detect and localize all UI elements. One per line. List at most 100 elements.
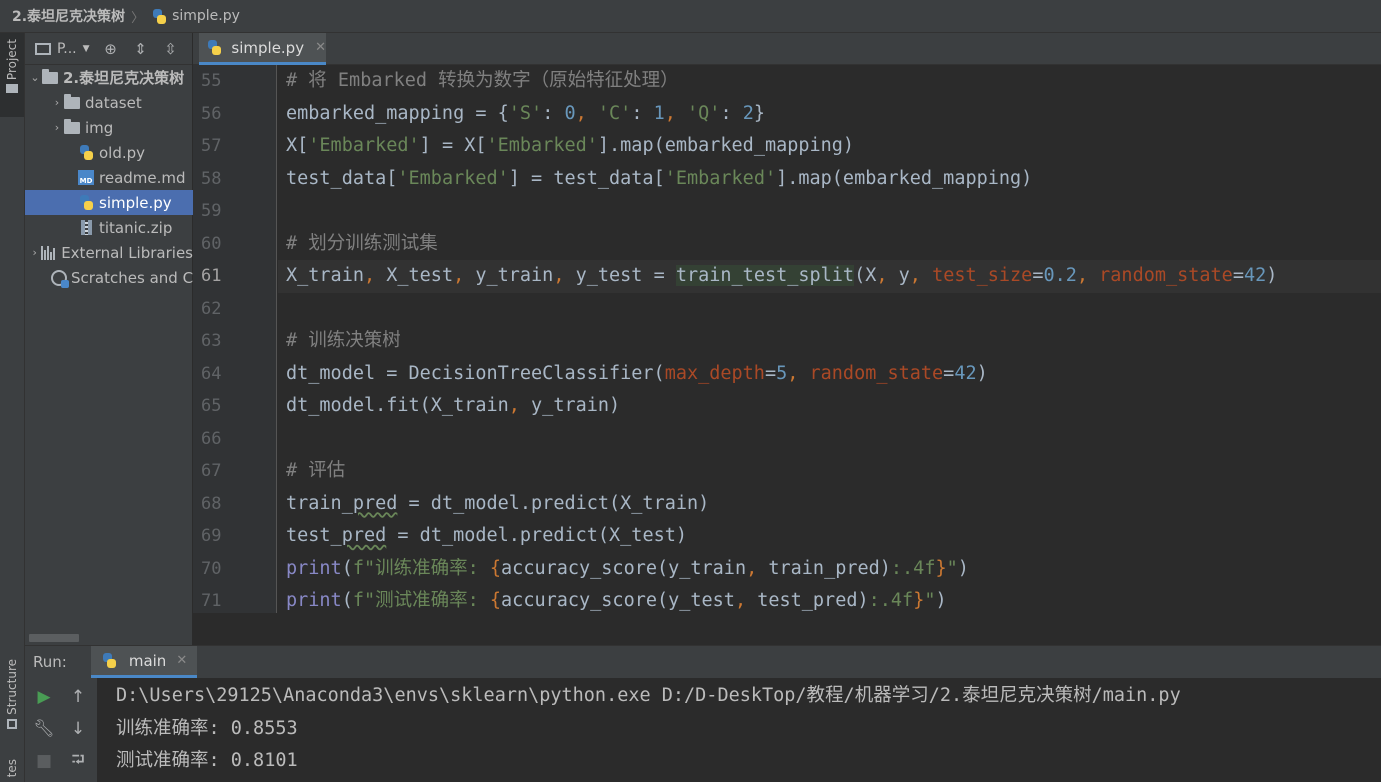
arrow-down-icon[interactable]: ↓ [67, 718, 89, 740]
line-number: 57 [201, 136, 222, 156]
console-line: 测试准确率: 0.8101 [116, 750, 298, 771]
tree-item-label: 2.泰坦尼克决策树 [63, 69, 185, 87]
navigation-bar: 2.泰坦尼克决策树 〉 simple.py [0, 0, 1381, 33]
tree-item-label: simple.py [99, 193, 172, 212]
line-number: 64 [201, 363, 222, 384]
horizontal-scrollbar[interactable] [29, 634, 79, 642]
python-file-icon [101, 653, 119, 669]
python-file-icon [77, 195, 95, 211]
tab-simple-py[interactable]: simple.py ✕ [199, 33, 326, 65]
project-view-label: P... [57, 40, 77, 57]
code-line-55: # 将 Embarked 转换为数字（原始特征处理） [286, 70, 679, 91]
close-icon[interactable]: ✕ [176, 653, 187, 668]
left-tool-strip: Project Structure tes [0, 33, 25, 782]
code-line-63: # 训练决策树 [286, 330, 401, 351]
line-number: 60 [201, 233, 222, 254]
soft-wrap-icon[interactable]: ⮒ [67, 750, 89, 772]
project-view-selector[interactable]: P... ▼ [35, 41, 90, 57]
line-number: 68 [201, 493, 222, 514]
breadcrumb-project[interactable]: 2.泰坦尼克决策树 [12, 6, 125, 26]
rerun-play-icon[interactable]: ▶ [33, 686, 55, 708]
console-line: 训练准确率: 0.8553 [116, 717, 298, 739]
run-tab-main[interactable]: main ✕ [90, 646, 198, 678]
line-number: 70 [201, 558, 222, 579]
tree-item-label: titanic.zip [99, 218, 173, 237]
tree-item-simple-py[interactable]: simple.py [25, 190, 193, 215]
console-line: D:\Users\29125\Anaconda3\envs\sklearn\py… [116, 685, 1181, 706]
expand-all-icon[interactable]: ⇕ [132, 40, 150, 58]
tree-item-titanic-zip[interactable]: titanic.zip [25, 215, 193, 240]
editor-bottom-area [193, 613, 1381, 645]
line-number: 62 [201, 298, 222, 319]
line-number-gutter: 55 56 57 58 59 60 61 62 63 64 65 66 67 6… [193, 65, 277, 613]
line-number: 69 [201, 526, 222, 546]
markdown-file-icon: MD [77, 170, 95, 186]
console-output[interactable]: D:\Users\29125\Anaconda3\envs\sklearn\py… [97, 678, 1381, 782]
tree-item-scratches[interactable]: Scratches and Consoles [25, 265, 193, 290]
folder-icon [63, 118, 81, 136]
folder-icon [6, 84, 18, 94]
code-area[interactable]: # 将 Embarked 转换为数字（原始特征处理） embarked_mapp… [278, 65, 1381, 613]
structure-tool-tab[interactable]: Structure [0, 653, 24, 743]
locate-file-icon[interactable]: ⊕ [102, 40, 120, 58]
wrench-icon[interactable]: 🔧︎ [33, 718, 55, 740]
chevron-right-icon[interactable]: › [51, 96, 63, 109]
scratch-icon [51, 269, 69, 288]
chevron-down-icon[interactable]: ⌄ [29, 71, 41, 84]
code-line-57: X['Embarked'] = X['Embarked'].map(embark… [286, 135, 855, 156]
tree-item-label: img [85, 118, 114, 137]
breadcrumb-separator-icon: 〉 [131, 10, 145, 26]
project-panel: P... ▼ ⊕ ⇕ ⇳ ⌄ 2.泰坦尼克决策树 › dataset › img… [25, 33, 193, 645]
python-file-icon [77, 145, 95, 161]
code-line-65: dt_model.fit(X_train, y_train) [286, 395, 621, 416]
favorites-tool-tab-label: tes [5, 759, 19, 778]
line-number: 65 [201, 396, 222, 416]
code-line-58: test_data['Embarked'] = test_data['Embar… [286, 167, 1033, 189]
code-line-64: dt_model = DecisionTreeClassifier(max_de… [286, 362, 988, 384]
run-toolbar: ▶ ↑ 🔧︎ ↓ ■ ⮒ [25, 678, 97, 782]
line-number: 59 [201, 201, 222, 221]
code-editor: simple.py ✕ 55 56 57 58 59 60 61 62 63 6… [193, 33, 1381, 645]
tree-item-dataset[interactable]: › dataset [25, 90, 193, 115]
line-number: 56 [201, 103, 222, 124]
tree-item-label: Scratches and Consoles [71, 268, 193, 287]
folder-icon [41, 68, 59, 86]
dropdown-arrow-icon: ▼ [82, 43, 90, 54]
close-icon[interactable]: ✕ [315, 40, 326, 55]
arrow-up-icon[interactable]: ↑ [67, 686, 89, 708]
python-file-icon [207, 40, 222, 56]
code-line-71: print(f"测试准确率: {accuracy_score(y_test, t… [286, 590, 947, 611]
structure-icon [7, 718, 17, 729]
run-panel: Run: main ✕ ▶ ↑ 🔧︎ ↓ ■ ⮒ D:\Users\29125\… [25, 645, 1381, 782]
tree-item-label: old.py [99, 143, 146, 162]
run-tab-label: main [128, 651, 167, 670]
editor-tab-bar: simple.py ✕ [193, 33, 1381, 65]
library-icon [40, 245, 57, 261]
code-line-60: # 划分训练测试集 [286, 232, 438, 254]
line-number: 63 [201, 331, 222, 351]
chevron-right-icon[interactable]: › [51, 121, 63, 134]
tree-item-project-root[interactable]: ⌄ 2.泰坦尼克决策树 [25, 65, 193, 90]
window-icon [35, 42, 51, 55]
structure-tool-tab-label: Structure [5, 659, 19, 715]
project-panel-header: P... ▼ ⊕ ⇕ ⇳ [25, 33, 192, 65]
code-line-61-current: X_train, X_test, y_train, y_test = train… [278, 260, 1381, 293]
tree-item-img[interactable]: › img [25, 115, 193, 140]
line-number: 55 [201, 71, 222, 91]
code-line-56: embarked_mapping = {'S': 0, 'C': 1, 'Q':… [286, 102, 765, 124]
tree-item-old-py[interactable]: old.py [25, 140, 193, 165]
python-file-icon [150, 8, 168, 24]
chevron-right-icon[interactable]: › [29, 246, 40, 259]
stop-icon[interactable]: ■ [33, 750, 55, 772]
breadcrumb-file[interactable]: simple.py [172, 8, 240, 24]
line-number: 66 [201, 428, 222, 449]
project-tool-tab[interactable]: Project [0, 33, 24, 117]
tree-item-label: dataset [85, 93, 142, 112]
collapse-all-icon[interactable]: ⇳ [162, 40, 180, 58]
line-number: 67 [201, 461, 222, 481]
favorites-tool-tab[interactable]: tes [0, 759, 24, 782]
tree-item-readme-md[interactable]: MD readme.md [25, 165, 193, 190]
tree-item-external-libraries[interactable]: › External Libraries [25, 240, 193, 265]
